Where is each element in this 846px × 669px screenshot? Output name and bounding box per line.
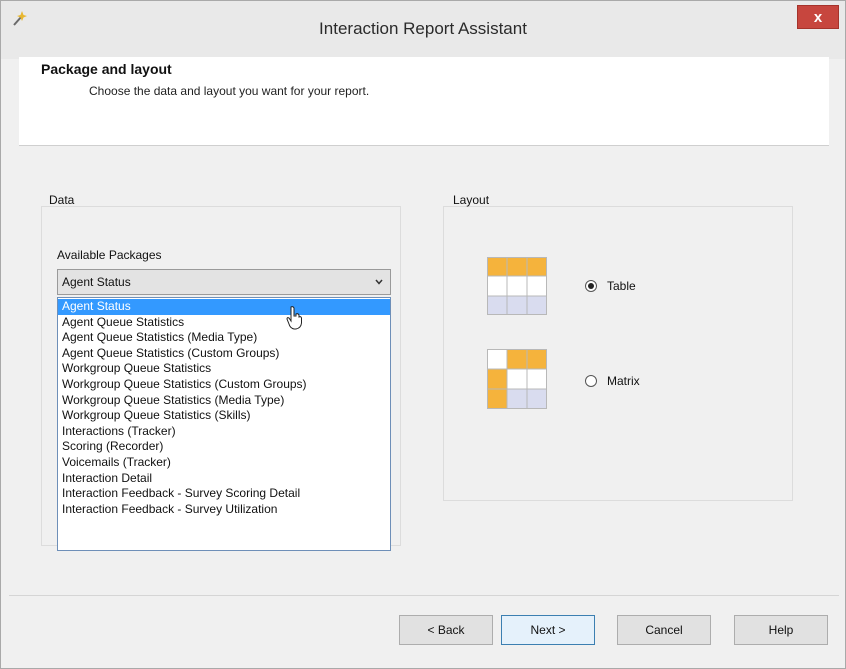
dropdown-option[interactable]: Agent Queue Statistics (Custom Groups) xyxy=(58,346,390,362)
header-panel: Package and layout Choose the data and l… xyxy=(19,57,829,146)
dropdown-option[interactable]: Workgroup Queue Statistics (Media Type) xyxy=(58,393,390,409)
packages-dropdown-list[interactable]: Agent Status Agent Queue Statistics Agen… xyxy=(57,297,391,551)
table-radio-option[interactable]: Table xyxy=(585,279,636,293)
layout-group-label: Layout xyxy=(453,193,490,207)
dropdown-option-agent-status[interactable]: Agent Status xyxy=(58,299,390,315)
page-subtitle: Choose the data and layout you want for … xyxy=(89,84,370,98)
dropdown-option[interactable]: Voicemails (Tracker) xyxy=(58,455,390,471)
window-title: Interaction Report Assistant xyxy=(319,19,527,38)
dropdown-option[interactable]: Interactions (Tracker) xyxy=(58,424,390,440)
matrix-radio-button[interactable] xyxy=(585,375,597,387)
available-packages-select[interactable]: Agent Status xyxy=(57,269,391,295)
dropdown-option[interactable]: Interaction Feedback - Survey Scoring De… xyxy=(58,486,390,502)
title-bar[interactable]: Interaction Report Assistant x xyxy=(1,1,845,59)
next-button[interactable]: Next > xyxy=(501,615,595,645)
data-group-label: Data xyxy=(49,193,75,207)
dropdown-option[interactable]: Workgroup Queue Statistics (Skills) xyxy=(58,408,390,424)
dropdown-option[interactable]: Agent Queue Statistics xyxy=(58,315,390,331)
dropdown-option[interactable]: Interaction Feedback - Survey Utilizatio… xyxy=(58,502,390,518)
available-packages-label: Available Packages xyxy=(57,248,162,262)
dropdown-option[interactable]: Workgroup Queue Statistics xyxy=(58,361,390,377)
page-title: Package and layout xyxy=(41,61,172,77)
mouse-pointer-icon xyxy=(286,306,302,330)
table-radio-label: Table xyxy=(607,279,636,293)
footer-divider xyxy=(9,595,839,596)
help-button[interactable]: Help xyxy=(734,615,828,645)
table-radio-button[interactable] xyxy=(585,280,597,292)
dropdown-option[interactable]: Workgroup Queue Statistics (Custom Group… xyxy=(58,377,390,393)
chevron-down-icon xyxy=(375,279,383,285)
dialog-window: Interaction Report Assistant x Package a… xyxy=(0,0,846,669)
dropdown-option[interactable]: Agent Queue Statistics (Media Type) xyxy=(58,330,390,346)
matrix-radio-option[interactable]: Matrix xyxy=(585,374,640,388)
close-button[interactable]: x xyxy=(797,5,839,29)
matrix-layout-icon xyxy=(487,349,547,409)
dropdown-option[interactable]: Scoring (Recorder) xyxy=(58,439,390,455)
cancel-button[interactable]: Cancel xyxy=(617,615,711,645)
table-layout-icon xyxy=(487,257,547,315)
dropdown-option[interactable]: Interaction Detail xyxy=(58,471,390,487)
select-value: Agent Status xyxy=(62,275,131,289)
back-button[interactable]: < Back xyxy=(399,615,493,645)
matrix-radio-label: Matrix xyxy=(607,374,640,388)
